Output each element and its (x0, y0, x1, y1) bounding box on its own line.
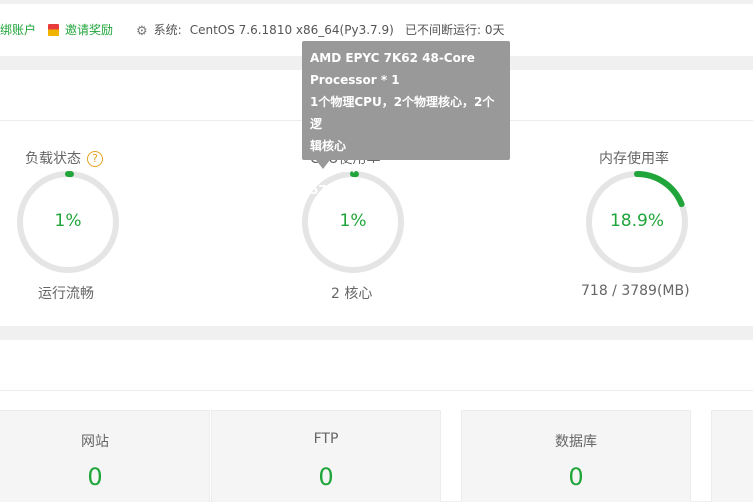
ftp-card[interactable]: FTP 0 (211, 410, 441, 502)
help-icon[interactable]: ? (87, 151, 103, 167)
load-value: 1% (54, 211, 82, 231)
gear-icon: ⚙ (136, 24, 148, 39)
load-subtitle: 运行流畅 (38, 286, 94, 302)
overview-panel-header (0, 340, 753, 391)
tooltip-line: 1个物理CPU，2个物理核心，2个逻 (310, 95, 495, 131)
tooltip-arrow (316, 160, 330, 169)
system-prefix: 系统: (153, 23, 182, 37)
database-card[interactable]: 数据库 0 (461, 410, 691, 502)
tooltip-line: CPU-1：57.7% | CPU-2：57.7% (310, 161, 470, 197)
system-info: ⚙ 系统: CentOS 7.6.1810 x86_64(Py3.7.9) (136, 21, 394, 39)
website-card-value[interactable]: 0 (0, 463, 209, 491)
memory-usage-title: 内存使用率 (599, 151, 669, 167)
ftp-card-title: FTP (313, 431, 339, 447)
load-status-label: 负载状态 (25, 151, 81, 167)
bind-account-link[interactable]: 绑账户 (0, 21, 36, 38)
database-card-title: 数据库 (555, 434, 597, 450)
website-card[interactable]: 网站 0 (0, 410, 210, 502)
memory-subtitle: 718 / 3789(MB) (581, 283, 690, 299)
next-card[interactable] (711, 410, 753, 502)
gift-icon (48, 24, 59, 36)
uptime-text: 已不间断运行: 0天 (405, 23, 505, 37)
system-value: CentOS 7.6.1810 x86_64(Py3.7.9) (189, 23, 394, 37)
memory-value: 18.9% (609, 211, 664, 231)
database-card-value[interactable]: 0 (462, 463, 690, 491)
cpu-tooltip: AMD EPYC 7K62 48-Core Processor * 1 1个物理… (302, 41, 510, 197)
ftp-card-value[interactable]: 0 (212, 463, 440, 491)
invite-reward-link[interactable]: 邀请奖励 (48, 21, 113, 38)
cpu-value: 1% (339, 211, 367, 231)
tooltip-line: AMD EPYC 7K62 48-Core (310, 51, 475, 65)
tooltip-line: Processor * 1 (310, 73, 400, 87)
website-card-title: 网站 (81, 434, 109, 450)
invite-reward-label: 邀请奖励 (65, 23, 114, 37)
tooltip-line: 辑核心 (310, 139, 347, 153)
load-status-title: 负载状态? (25, 148, 103, 168)
cpu-subtitle: 2 核心 (331, 286, 373, 302)
